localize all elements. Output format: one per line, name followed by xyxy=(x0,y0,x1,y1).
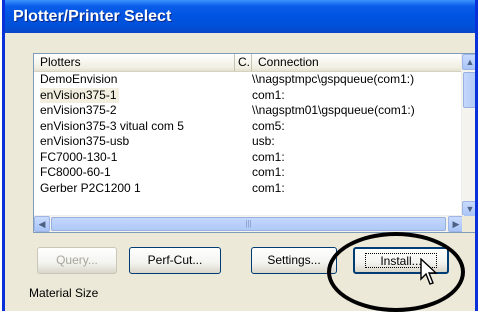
column-header-connection[interactable]: Connection xyxy=(252,54,464,71)
table-row[interactable]: enVision375-3 vitual com 5 com5: xyxy=(34,119,464,135)
plotter-name: enVision375-usb xyxy=(40,134,130,148)
plotter-name: FC7000-130-1 xyxy=(40,149,118,164)
plotter-connection: \\nagsptm01\gspqueue(com1:) xyxy=(252,103,415,117)
table-row-selected[interactable]: enVision375-1 com1: xyxy=(34,87,464,104)
list-header: Plotters C. Connection xyxy=(34,54,464,72)
settings-button[interactable]: Settings... xyxy=(251,247,337,274)
scroll-left-icon[interactable]: ◀ xyxy=(34,216,50,232)
horizontal-scroll-thumb[interactable]: ||| xyxy=(51,217,446,231)
material-size-groupbox: Material Size xyxy=(29,286,99,300)
plotter-connection: com1: xyxy=(252,149,285,164)
vertical-scrollbar[interactable]: ▲ ▼ xyxy=(461,54,475,217)
plotter-connection: com5: xyxy=(252,118,285,133)
column-header-c[interactable]: C. xyxy=(235,54,252,71)
table-row[interactable]: FC8000-60-1 com1: xyxy=(34,165,464,181)
column-header-plotters[interactable]: Plotters xyxy=(34,54,235,71)
focus-rectangle xyxy=(365,253,437,268)
plotter-connection: com1: xyxy=(252,87,285,102)
scrollbar-corner xyxy=(462,216,475,232)
plotter-connection: com1: xyxy=(252,165,285,179)
plotter-name: DemoEnvision xyxy=(40,72,118,86)
table-row[interactable]: enVision375-2 \\nagsptm01\gspqueue(com1:) xyxy=(34,103,464,119)
plotter-connection: com1: xyxy=(252,180,285,195)
scroll-up-icon[interactable]: ▲ xyxy=(462,54,475,70)
plotter-connection: usb: xyxy=(252,134,275,148)
table-row[interactable]: DemoEnvision \\nagsptmpc\gspqueue(com1:) xyxy=(34,72,464,88)
plotter-name: enVision375-1 xyxy=(40,87,119,103)
scroll-down-icon[interactable]: ▼ xyxy=(462,201,475,217)
query-button[interactable]: Query... xyxy=(37,247,117,274)
table-row[interactable]: Gerber P2C1200 1 com1: xyxy=(34,181,464,197)
vertical-scroll-thumb[interactable] xyxy=(463,72,475,108)
plotter-connection: \\nagsptmpc\gspqueue(com1:) xyxy=(252,72,415,86)
plotter-name: Gerber P2C1200 1 xyxy=(40,180,141,195)
table-row[interactable]: enVision375-usb usb: xyxy=(34,134,464,150)
horizontal-scrollbar[interactable]: ◀ ||| ▶ xyxy=(34,215,464,232)
plotter-name: FC8000-60-1 xyxy=(40,165,111,179)
list-rows: DemoEnvision \\nagsptmpc\gspqueue(com1:) … xyxy=(34,72,464,196)
window-title: Plotter/Printer Select xyxy=(5,0,475,33)
table-row[interactable]: FC7000-130-1 com1: xyxy=(34,150,464,166)
plotter-name: enVision375-3 vitual com 5 xyxy=(40,118,184,133)
plotter-name: enVision375-2 xyxy=(40,103,117,117)
install-button[interactable]: Install... xyxy=(353,247,449,274)
plotter-select-window: Plotter/Printer Select Plotters C. Conne… xyxy=(2,0,478,311)
perf-cut-button[interactable]: Perf-Cut... xyxy=(129,247,221,274)
plotters-list[interactable]: Plotters C. Connection DemoEnvision \\nag… xyxy=(33,53,475,233)
